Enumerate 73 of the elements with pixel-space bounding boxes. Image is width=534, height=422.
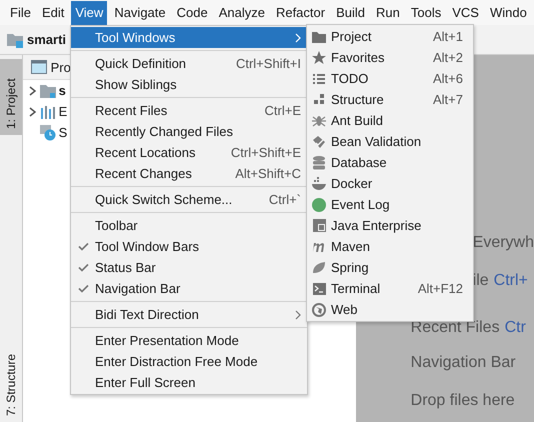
menu-bar-item[interactable]: Analyze bbox=[214, 0, 269, 24]
menu-bar-item[interactable]: Build bbox=[332, 0, 370, 24]
menu-bar-item[interactable]: Run bbox=[372, 0, 404, 24]
tree-item[interactable]: s bbox=[58, 83, 66, 98]
menu-bar-item[interactable]: Code bbox=[172, 0, 212, 24]
menu-item[interactable]: Event Log bbox=[307, 194, 473, 215]
editor-hint: Drop files here bbox=[410, 392, 515, 411]
terminal-icon bbox=[312, 282, 326, 294]
window-icon bbox=[312, 219, 326, 232]
menu-item[interactable]: Maven bbox=[307, 236, 473, 257]
chevron-right-icon[interactable] bbox=[28, 86, 37, 96]
folder-icon bbox=[6, 32, 24, 48]
menu-item[interactable]: Spring bbox=[307, 257, 473, 278]
menu-item[interactable]: Enter Distraction Free Mode bbox=[71, 351, 307, 372]
tool-window-tab[interactable]: 7: Structure bbox=[0, 348, 22, 422]
star-icon bbox=[312, 50, 326, 64]
menu-item[interactable]: TODO Alt+6 bbox=[307, 68, 473, 89]
menu-bar-item[interactable]: File bbox=[6, 0, 35, 24]
menu-item[interactable]: Terminal Alt+F12 bbox=[307, 278, 473, 299]
menu-item[interactable]: Navigation Bar bbox=[71, 278, 307, 299]
menu-item[interactable]: Favorites Alt+2 bbox=[307, 47, 473, 68]
menu-item[interactable]: Java Enterprise bbox=[307, 215, 473, 236]
menu-bar-item[interactable]: Edit bbox=[38, 0, 68, 24]
tree-item[interactable]: E bbox=[58, 104, 68, 119]
editor-hint: Everywh bbox=[472, 234, 534, 253]
menu-item[interactable]: Recent Locations Ctrl+Shift+E bbox=[71, 142, 307, 163]
editor-hint: Navigation Bar bbox=[410, 354, 516, 373]
list-icon bbox=[313, 74, 325, 84]
chevron-right-icon[interactable] bbox=[28, 106, 37, 116]
menu-bar-item[interactable]: Tools bbox=[406, 0, 446, 24]
shortcut-hint: Ctr bbox=[504, 319, 526, 338]
menu-bar-item[interactable]: Refactor bbox=[272, 0, 330, 24]
menu-item[interactable]: Recently Changed Files bbox=[71, 121, 307, 142]
menu-item[interactable]: Docker bbox=[307, 173, 473, 194]
folder-icon bbox=[40, 84, 56, 98]
clock-icon bbox=[40, 124, 56, 140]
blocks-icon bbox=[313, 94, 325, 105]
menu-item[interactable]: Database bbox=[307, 152, 473, 173]
menu-item[interactable]: Status Bar bbox=[71, 257, 307, 278]
menu-item[interactable]: Recent Changes Alt+Shift+C bbox=[71, 163, 307, 184]
menu-item[interactable]: Toolbar bbox=[71, 215, 307, 236]
menu-item[interactable]: Quick Switch Scheme... Ctrl+` bbox=[71, 189, 307, 210]
bar-chart-icon bbox=[40, 104, 56, 118]
menu-bar-item[interactable]: View bbox=[71, 0, 108, 24]
status-dot-icon bbox=[312, 198, 326, 212]
panel-title: Pro bbox=[50, 60, 71, 74]
menu-item[interactable]: Bean Validation bbox=[307, 131, 473, 152]
menu-item[interactable]: Web bbox=[307, 299, 473, 320]
menu-item[interactable]: Bidi Text Direction bbox=[71, 304, 307, 325]
menu-item[interactable]: Show Siblings bbox=[71, 74, 307, 95]
menu-item[interactable]: Quick Definition Ctrl+Shift+I bbox=[71, 53, 307, 74]
shortcut-hint: Ctrl+ bbox=[494, 272, 528, 291]
menu-item[interactable]: Ant Build bbox=[307, 110, 473, 131]
tool-window-tab[interactable]: 1: Project bbox=[0, 59, 22, 135]
leaf-icon bbox=[312, 262, 326, 274]
project-name[interactable]: smarti bbox=[27, 32, 66, 47]
menu-item[interactable]: Tool Windows bbox=[71, 27, 307, 48]
menu-item[interactable]: Enter Full Screen bbox=[71, 372, 307, 393]
menu-item[interactable]: Tool Window Bars bbox=[71, 236, 307, 257]
menu-bar-item[interactable]: Navigate bbox=[110, 0, 170, 24]
menu-item[interactable]: Recent Files Ctrl+E bbox=[71, 100, 307, 121]
bug-icon bbox=[312, 114, 326, 128]
menu-item[interactable]: Enter Presentation Mode bbox=[71, 330, 307, 351]
folder-icon bbox=[312, 30, 326, 42]
window-icon bbox=[30, 60, 47, 74]
menu-item[interactable]: Project Alt+1 bbox=[307, 26, 473, 47]
whale-icon bbox=[312, 177, 326, 190]
tree-item[interactable]: S bbox=[58, 125, 68, 140]
menu-bar-item[interactable]: VCS bbox=[448, 0, 483, 24]
database-icon bbox=[313, 156, 325, 170]
menu-item[interactable]: Structure Alt+7 bbox=[307, 89, 473, 110]
globe-icon bbox=[312, 302, 326, 316]
menu-bar-item[interactable]: Windo bbox=[486, 0, 531, 24]
